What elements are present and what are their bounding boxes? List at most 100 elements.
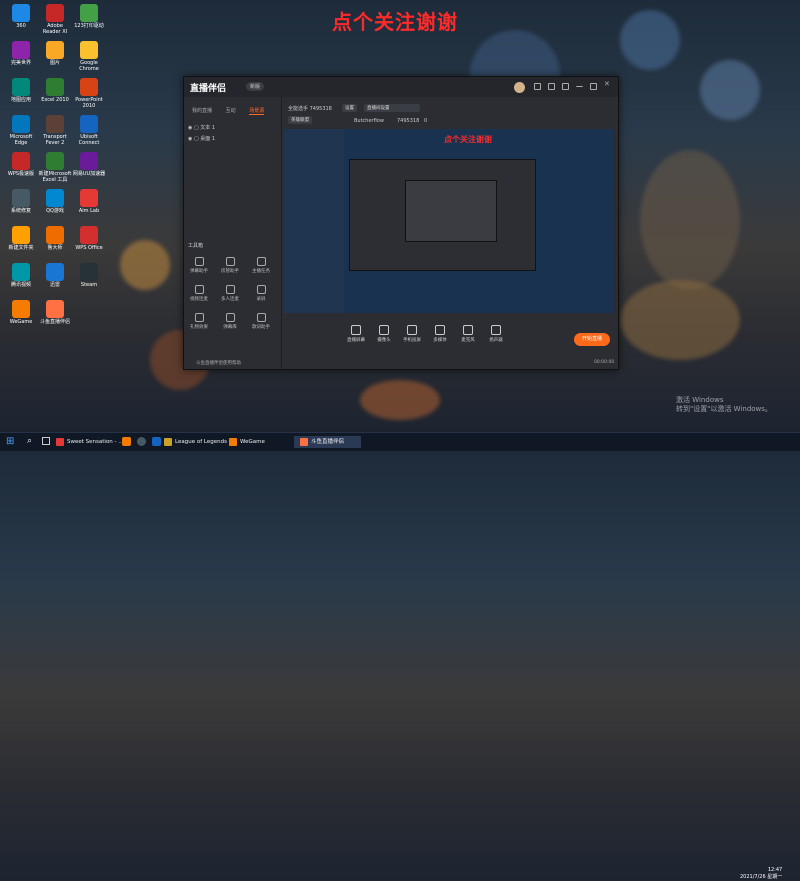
tool-item[interactable]: 多人连麦	[217, 285, 243, 302]
tool-icon	[194, 285, 204, 294]
scene-item[interactable]: ◉ ▢ 文本 1	[188, 124, 215, 131]
desktop-icon-label: 网易UU加速器	[72, 171, 106, 177]
category-chip[interactable]: 英雄联盟	[288, 116, 312, 124]
tool-item[interactable]: 录屏	[248, 285, 274, 302]
desktop-icon-label: Adobe Reader XI	[42, 23, 68, 35]
room-settings-chip[interactable]: 直播间设置	[364, 104, 420, 112]
close-icon[interactable]: ✕	[604, 80, 611, 88]
bottom-tool[interactable]: 直播屏幕	[342, 325, 370, 343]
app-shortcut-icon	[12, 4, 30, 22]
user-avatar[interactable]	[514, 82, 525, 93]
left-tabs: 我的直播 互动 场景源	[192, 107, 276, 115]
bottom-tool[interactable]: 扬声器	[482, 325, 510, 343]
desktop-icon[interactable]: 鲁大师	[38, 226, 72, 251]
desktop-icon[interactable]: PowerPoint 2010	[72, 78, 106, 109]
desktop-icon[interactable]: 123打印驱动	[72, 4, 106, 29]
desktop-icon[interactable]: Transport Fever 2	[38, 115, 72, 146]
menu-icon[interactable]	[562, 83, 569, 90]
start-live-button[interactable]: 开始直播	[574, 333, 610, 346]
system-clock[interactable]: 12:47 2021/7/26 星期一	[740, 867, 782, 881]
desktop-icon[interactable]: QQ游戏	[38, 189, 72, 214]
desktop-icon[interactable]: WPS Office	[72, 226, 106, 251]
bottom-tool[interactable]: 手机投屏	[398, 325, 426, 343]
taskbar-item-wegame[interactable]: WeGame	[229, 436, 265, 448]
app-icon[interactable]	[152, 437, 161, 446]
desktop-icon[interactable]: Adobe Reader XI	[38, 4, 72, 35]
desktop-icon[interactable]: 斗鱼直播伴侣	[38, 300, 72, 325]
tab-scene-source[interactable]: 场景源	[249, 108, 265, 115]
tool-item[interactable]: 弹幕库	[217, 313, 243, 330]
desktop-icon[interactable]: 360	[4, 4, 38, 29]
bottom-tool-label: 扬声器	[489, 338, 503, 343]
desktop-icon[interactable]: 地图应用	[4, 78, 38, 103]
desktop-icon-label: PowerPoint 2010	[75, 97, 103, 109]
tool-item[interactable]: 主播任务	[248, 257, 274, 274]
tab-my-live[interactable]: 我的直播	[192, 108, 212, 114]
taskbar-item-douyu[interactable]: 斗鱼直播伴侣	[294, 436, 361, 448]
bottom-tool-label: 多媒体	[433, 338, 447, 343]
desktop-icon[interactable]: Microsoft Edge	[4, 115, 38, 146]
bottom-tool-icon	[491, 325, 501, 335]
preview-desktop-icons	[284, 129, 344, 313]
viewer-count: 0	[424, 118, 428, 124]
desktop-icon[interactable]: 迅雷	[38, 263, 72, 288]
desktop-icon[interactable]: Ubisoft Connect	[72, 115, 106, 146]
maximize-icon[interactable]	[590, 83, 597, 90]
tool-item[interactable]: 房管助手	[217, 257, 243, 274]
douyu-icon	[300, 437, 308, 446]
windows-start-icon[interactable]: ⊞	[6, 436, 14, 447]
task-view-icon[interactable]	[42, 437, 50, 445]
app-shortcut-icon	[46, 4, 64, 22]
desktop-icon[interactable]: 新建Microsoft Excel 工具	[38, 152, 72, 183]
version-badge[interactable]: 新版	[246, 82, 265, 91]
tool-label: 弹幕助手	[190, 269, 208, 274]
bottom-tool[interactable]: 麦克风	[454, 325, 482, 343]
tool-icon	[225, 257, 235, 266]
desktop-icon[interactable]: WeGame	[4, 300, 38, 325]
settings-icon[interactable]	[548, 83, 555, 90]
desktop-icon[interactable]: Google Chrome	[72, 41, 106, 72]
tool-item[interactable]: 弹幕助手	[186, 257, 212, 274]
bottom-tool[interactable]: 多媒体	[426, 325, 454, 343]
settings-chip[interactable]: 设置	[342, 104, 357, 112]
help-link[interactable]: 斗鱼直播伴侣使用帮助	[196, 360, 241, 366]
desktop-icon[interactable]: WPS极速版	[4, 152, 38, 177]
tool-label: 主播任务	[252, 269, 270, 274]
scene-item[interactable]: ◉ ▢ 桌面 1	[188, 135, 215, 142]
music-app-icon	[56, 437, 64, 446]
app-shortcut-icon	[12, 300, 30, 318]
app-shortcut-icon	[12, 115, 30, 133]
desktop-icon-label: Aim Lab	[78, 208, 100, 214]
steam-icon[interactable]	[137, 437, 146, 446]
desktop-icon-label: Microsoft Edge	[9, 134, 33, 146]
desktop-icon[interactable]: 腾讯视频	[4, 263, 38, 288]
desktop-icon[interactable]: Aim Lab	[72, 189, 106, 214]
tool-item[interactable]: 礼物效果	[186, 313, 212, 330]
live-streaming-app-window: 直播伴侣 新版 ✕ 我的直播 互动 场景源 ◉ ▢ 文本 1 ◉ ▢ 桌面 1 …	[183, 76, 619, 370]
tool-item[interactable]: 歌词助手	[248, 313, 274, 330]
message-icon[interactable]	[534, 83, 541, 90]
desktop-icon[interactable]: 完美世界	[4, 41, 38, 66]
desktop-icon[interactable]: 图片	[38, 41, 72, 66]
tab-interact[interactable]: 互动	[226, 108, 236, 114]
overlay-text: 点个关注谢谢	[332, 10, 458, 34]
app-shortcut-icon	[80, 78, 98, 96]
app-shortcut-icon	[12, 226, 30, 244]
minimize-icon[interactable]	[576, 83, 583, 87]
desktop-icon[interactable]: 系统修复	[4, 189, 38, 214]
folder-icon[interactable]	[122, 437, 131, 446]
tool-item[interactable]: 视频连麦	[186, 285, 212, 302]
desktop-icon[interactable]: Excel 2010	[38, 78, 72, 103]
desktop-icon[interactable]: Steam	[72, 263, 106, 288]
taskbar-item-lol[interactable]: League of Legends	[164, 436, 227, 448]
desktop-icon-label: 图片	[49, 60, 60, 66]
desktop-icon[interactable]: 新建文件夹	[4, 226, 38, 251]
search-icon[interactable]: ⌕	[27, 436, 32, 446]
desktop-icon[interactable]: 网易UU加速器	[72, 152, 106, 177]
room-id: 7495318	[397, 118, 420, 124]
app-shortcut-icon	[12, 263, 30, 281]
bottom-tool[interactable]: 摄像头	[370, 325, 398, 343]
tool-icon	[225, 313, 235, 322]
app-shortcut-icon	[12, 152, 30, 170]
taskbar-item-music[interactable]: Sweet Sensation - ...	[56, 436, 124, 448]
